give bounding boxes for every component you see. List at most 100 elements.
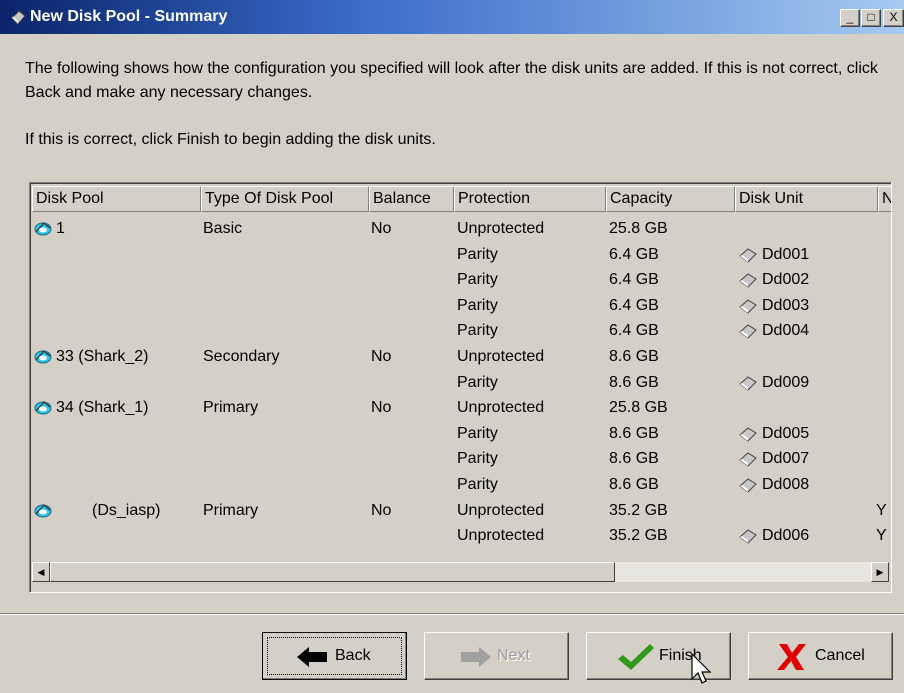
new-disk-pool-summary-dialog: New Disk Pool - Summary _ □ X The follow…	[0, 0, 904, 693]
checkmark-icon	[618, 644, 654, 670]
scroll-right-button[interactable]: ▶	[871, 562, 889, 582]
cell-pool: 33 (Shark_2)	[56, 348, 149, 365]
close-button[interactable]: X	[883, 9, 904, 27]
cell-type: Primary	[203, 501, 259, 519]
intro-finish-text: If this is correct, click Finish to begi…	[25, 131, 436, 148]
cell-capacity: 6.4 GB	[609, 271, 659, 289]
column-header-disk-pool[interactable]: Disk Pool	[32, 186, 201, 212]
table-row[interactable]: 33 (Shark_2) Secondary No Unprotected 8.6 GB	[30, 344, 890, 370]
disk-pool-icon	[33, 219, 53, 237]
cell-type: Basic	[203, 220, 243, 237]
cell-type: Secondary	[203, 348, 280, 365]
cell-unit: Dd007	[762, 450, 810, 468]
cell-capacity: 6.4 GB	[609, 296, 659, 314]
cell-protection: Unprotected	[457, 348, 545, 365]
table-row[interactable]: Parity 8.6 GB Dd007	[30, 446, 890, 472]
back-button[interactable]: Back	[262, 632, 407, 680]
disk-unit-icon	[738, 450, 758, 468]
table-row[interactable]: 1 Basic No Unprotected 25.8 GB	[30, 216, 890, 242]
cell-protection: Parity	[457, 476, 498, 493]
title-bar[interactable]: New Disk Pool - Summary _ □ X	[0, 0, 904, 34]
button-separator	[0, 613, 904, 615]
cell-pool: 1	[56, 220, 65, 237]
disk-pool-icon	[33, 501, 53, 519]
cell-capacity: 35.2 GB	[609, 527, 668, 545]
cell-capacity: 25.8 GB	[609, 220, 668, 237]
table-row[interactable]: Parity 6.4 GB Dd002	[30, 267, 890, 293]
disk-unit-icon	[738, 527, 758, 545]
column-header-disk-unit[interactable]: Disk Unit	[735, 186, 878, 212]
next-label: Next	[497, 647, 530, 664]
cell-balance: No	[371, 501, 392, 519]
disk-unit-icon	[738, 271, 758, 289]
cancel-label: Cancel	[815, 647, 865, 664]
cell-balance: No	[371, 348, 392, 365]
summary-table: Disk Pool Type Of Disk Pool Balance Prot…	[29, 182, 892, 593]
cell-protection: Parity	[457, 450, 498, 468]
table-row[interactable]: (Ds_iasp) Primary No Unprotected 35.2 GB Y	[30, 498, 890, 524]
column-header-type[interactable]: Type Of Disk Pool	[201, 186, 369, 212]
cell-capacity: 8.6 GB	[609, 476, 659, 493]
cell-protection: Unprotected	[457, 527, 545, 545]
cell-unit: Dd002	[762, 271, 810, 289]
arrow-left-icon	[297, 647, 327, 667]
cell-protection: Parity	[457, 271, 498, 289]
cell-pool: 34 (Shark_1)	[56, 399, 149, 417]
table-row[interactable]: Parity 6.4 GB Dd003	[30, 293, 890, 319]
window-title: New Disk Pool - Summary	[30, 8, 228, 25]
table-row[interactable]: Parity 8.6 GB Dd005	[30, 421, 890, 447]
cell-type: Primary	[203, 399, 259, 417]
cell-extra: Y	[876, 527, 887, 545]
mouse-cursor-icon	[691, 653, 712, 684]
table-row[interactable]: Unprotected 35.2 GB Y Dd006	[30, 523, 890, 549]
cell-capacity: 35.2 GB	[609, 501, 668, 519]
disk-pool-icon	[11, 10, 26, 25]
cell-capacity: 6.4 GB	[609, 245, 659, 263]
cell-balance: No	[371, 399, 392, 417]
cell-pool: (Ds_iasp)	[92, 501, 161, 519]
minimize-button[interactable]: _	[840, 9, 860, 27]
cancel-button[interactable]: Cancel	[748, 632, 893, 680]
cell-protection: Parity	[457, 424, 498, 442]
column-header-balance[interactable]: Balance	[369, 186, 454, 212]
table-row[interactable]: Parity 8.6 GB Dd008	[30, 472, 890, 498]
cell-protection: Parity	[457, 373, 498, 391]
disk-unit-icon	[738, 246, 758, 264]
cell-unit: Dd003	[762, 296, 810, 314]
cell-protection: Unprotected	[457, 399, 545, 417]
cell-unit: Dd004	[762, 322, 810, 340]
disk-pool-icon	[33, 347, 53, 365]
cell-unit: Dd001	[762, 245, 810, 263]
horizontal-scrollbar[interactable]: ◀ ▶	[32, 562, 889, 582]
maximize-button[interactable]: □	[861, 9, 881, 27]
disk-pool-icon	[33, 398, 53, 416]
disk-unit-icon	[738, 297, 758, 315]
cell-balance: No	[371, 220, 392, 237]
cell-protection: Parity	[457, 245, 498, 263]
table-row[interactable]: 34 (Shark_1) Primary No Unprotected 25.8 GB	[30, 395, 890, 421]
table-row[interactable]: Parity 8.6 GB Dd009	[30, 370, 890, 396]
table-row[interactable]: Parity 6.4 GB Dd001	[30, 242, 890, 268]
cell-extra: Y	[876, 501, 887, 519]
column-header-extra[interactable]: N	[878, 186, 891, 212]
scroll-thumb[interactable]	[50, 562, 615, 582]
next-button[interactable]: Next	[424, 632, 569, 680]
cell-capacity: 25.8 GB	[609, 399, 668, 417]
column-header-protection[interactable]: Protection	[454, 186, 606, 212]
cell-unit: Dd008	[762, 476, 810, 493]
cell-capacity: 8.6 GB	[609, 450, 659, 468]
disk-unit-icon	[738, 374, 758, 392]
arrow-right-icon	[461, 647, 491, 667]
disk-unit-icon	[738, 425, 758, 443]
back-label: Back	[335, 647, 371, 664]
cell-unit: Dd005	[762, 424, 810, 442]
cell-unit: Dd006	[762, 527, 810, 545]
cell-capacity: 8.6 GB	[609, 424, 659, 442]
table-row[interactable]: Parity 6.4 GB Dd004	[30, 318, 890, 344]
column-header-capacity[interactable]: Capacity	[606, 186, 735, 212]
intro-text: The following shows how the configuratio…	[25, 60, 878, 101]
disk-unit-icon	[738, 322, 758, 340]
cell-unit: Dd009	[762, 373, 810, 391]
scroll-left-button[interactable]: ◀	[32, 562, 50, 582]
cell-capacity: 8.6 GB	[609, 373, 659, 391]
